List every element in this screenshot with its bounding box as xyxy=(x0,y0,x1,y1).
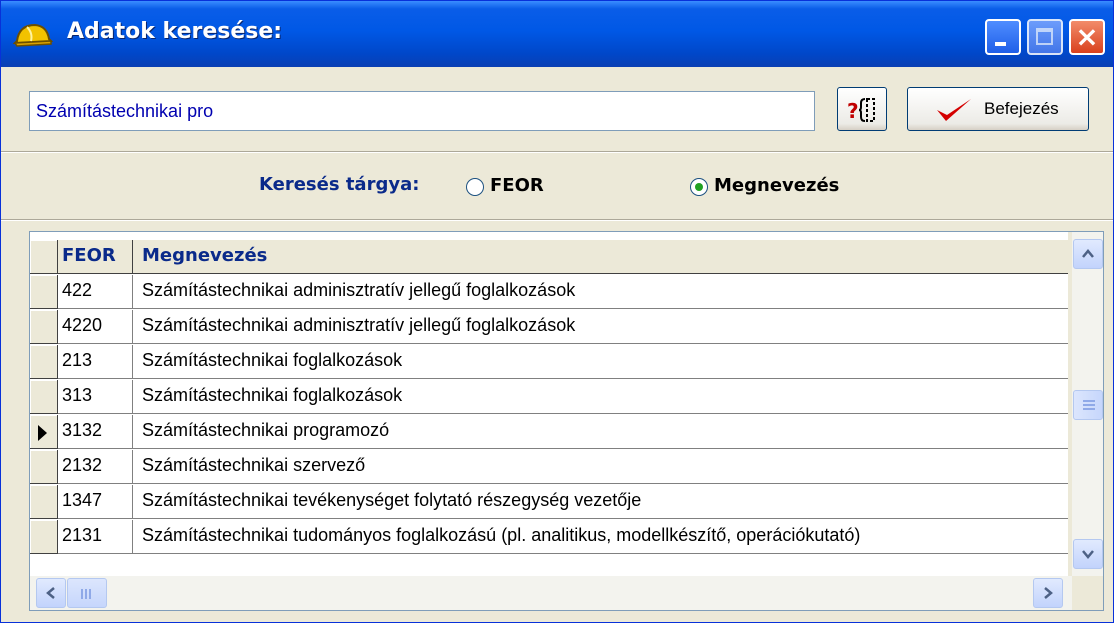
close-icon: × xyxy=(1075,20,1099,53)
feor-cell[interactable]: 4220 xyxy=(58,310,133,344)
scroll-right-button[interactable] xyxy=(1033,578,1063,608)
svg-text:?: ? xyxy=(847,99,859,123)
table-row[interactable]: 313 Számítástechnikai foglalkozások xyxy=(30,380,1068,415)
feor-cell[interactable]: 1347 xyxy=(58,485,133,519)
header-indicator-cell xyxy=(30,240,58,274)
radio-selected-dot xyxy=(695,183,703,191)
title-bar[interactable]: Adatok keresése: × xyxy=(1,1,1113,67)
name-cell[interactable]: Számítástechnikai adminisztratív jellegű… xyxy=(133,275,1068,309)
name-cell[interactable]: Számítástechnikai tevékenységet folytató… xyxy=(133,485,1068,519)
row-indicator[interactable] xyxy=(30,450,58,484)
feor-cell[interactable]: 313 xyxy=(58,380,133,414)
table-row[interactable]: 2131 Számítástechnikai tudományos foglal… xyxy=(30,520,1068,555)
current-row-arrow-icon xyxy=(38,425,47,441)
minimize-icon xyxy=(995,42,1006,46)
chevron-right-icon xyxy=(1044,587,1053,599)
close-button[interactable]: × xyxy=(1069,19,1105,55)
finish-label: Befejezés xyxy=(984,99,1059,118)
row-indicator[interactable] xyxy=(30,415,58,449)
scroll-left-button[interactable] xyxy=(36,578,66,608)
name-cell[interactable]: Számítástechnikai adminisztratív jellegű… xyxy=(133,310,1068,344)
row-indicator[interactable] xyxy=(30,520,58,554)
name-radio-label[interactable]: Megnevezés xyxy=(714,175,839,196)
row-indicator[interactable] xyxy=(30,275,58,309)
table-row[interactable]: 213 Számítástechnikai foglalkozások xyxy=(30,345,1068,380)
scroll-down-button[interactable] xyxy=(1073,539,1103,569)
help-button[interactable]: ? xyxy=(837,87,887,131)
checkmark-icon xyxy=(937,99,971,121)
table-row-current[interactable]: 3132 Számítástechnikai programozó xyxy=(30,415,1068,450)
column-header-name[interactable]: Megnevezés xyxy=(133,240,1068,274)
chevron-down-icon xyxy=(1082,550,1094,559)
grid-header-row: FEOR Megnevezés xyxy=(30,240,1068,275)
name-cell[interactable]: Számítástechnikai foglalkozások xyxy=(133,380,1068,414)
row-indicator[interactable] xyxy=(30,485,58,519)
name-cell[interactable]: Számítástechnikai szervező xyxy=(133,450,1068,484)
feor-cell[interactable]: 2132 xyxy=(58,450,133,484)
name-radio[interactable] xyxy=(690,178,708,196)
column-header-feor[interactable]: FEOR xyxy=(58,240,133,274)
chevron-up-icon xyxy=(1082,249,1094,258)
table-row[interactable]: 422 Számítástechnikai adminisztratív jel… xyxy=(30,275,1068,310)
table-row[interactable]: 4220 Számítástechnikai adminisztratív je… xyxy=(30,310,1068,345)
row-indicator[interactable] xyxy=(30,345,58,379)
horizontal-scrollbar[interactable] xyxy=(30,576,1072,610)
search-subject-label: Keresés tárgya: xyxy=(259,174,420,195)
vertical-scroll-thumb[interactable] xyxy=(1073,390,1103,420)
search-input[interactable] xyxy=(29,91,815,131)
name-cell[interactable]: Számítástechnikai tudományos foglalkozás… xyxy=(133,520,1068,554)
table-row[interactable]: 2132 Számítástechnikai szervező xyxy=(30,450,1068,485)
search-window: Adatok keresése: × ? Befejezés Keresés t… xyxy=(0,0,1114,623)
separator xyxy=(1,151,1113,153)
horizontal-scroll-thumb[interactable] xyxy=(67,578,107,608)
scrollbar-corner xyxy=(1072,576,1103,610)
feor-cell[interactable]: 213 xyxy=(58,345,133,379)
row-indicator[interactable] xyxy=(30,380,58,414)
vertical-scrollbar[interactable] xyxy=(1072,232,1103,576)
table-row[interactable]: 1347 Számítástechnikai tevékenységet fol… xyxy=(30,485,1068,520)
results-grid[interactable]: FEOR Megnevezés 422 Számítástechnikai ad… xyxy=(29,231,1104,611)
maximize-button[interactable] xyxy=(1027,19,1063,55)
separator xyxy=(1,219,1113,221)
feor-cell[interactable]: 2131 xyxy=(58,520,133,554)
maximize-icon xyxy=(1036,28,1053,45)
row-indicator[interactable] xyxy=(30,310,58,344)
feor-cell[interactable]: 3132 xyxy=(58,415,133,449)
feor-radio[interactable] xyxy=(466,178,484,196)
name-cell[interactable]: Számítástechnikai programozó xyxy=(133,415,1068,449)
grip-icon xyxy=(81,589,93,599)
minimize-button[interactable] xyxy=(985,19,1021,55)
scroll-up-button[interactable] xyxy=(1073,239,1103,269)
hardhat-icon xyxy=(12,21,54,49)
grip-icon xyxy=(1083,400,1095,410)
finish-button[interactable]: Befejezés xyxy=(907,87,1089,131)
chevron-left-icon xyxy=(46,587,55,599)
window-title: Adatok keresése: xyxy=(67,19,283,44)
feor-radio-label[interactable]: FEOR xyxy=(490,175,544,196)
name-cell[interactable]: Számítástechnikai foglalkozások xyxy=(133,345,1068,379)
help-braces-icon: ? xyxy=(847,98,875,123)
feor-cell[interactable]: 422 xyxy=(58,275,133,309)
